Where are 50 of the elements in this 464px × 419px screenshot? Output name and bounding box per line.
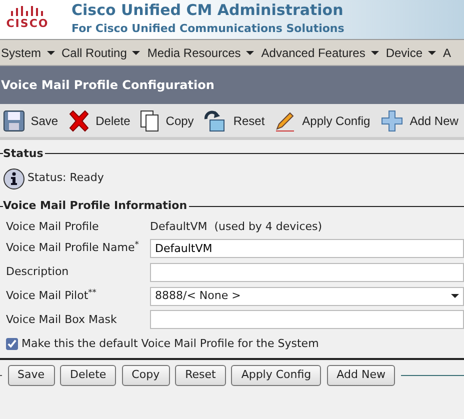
toolbar-button[interactable]: Save — [2, 110, 62, 132]
toolbar-button[interactable]: Add New — [380, 110, 462, 132]
menu-item[interactable]: A — [442, 44, 458, 62]
menu-item[interactable]: Call Routing — [60, 44, 146, 62]
toolbar-button[interactable]: Copy — [140, 110, 198, 132]
plus-icon — [380, 110, 404, 132]
caret-icon — [46, 50, 55, 54]
caret-icon — [370, 50, 379, 54]
caret-icon — [451, 294, 459, 298]
toolbar-button[interactable]: Delete — [68, 110, 134, 132]
menu-item[interactable]: Device — [384, 44, 442, 62]
logo-text: CISCO — [6, 16, 49, 32]
field-value: DefaultVM (used by 4 devices) — [150, 219, 322, 236]
toolbar-button[interactable]: Reset — [203, 110, 269, 132]
form-button[interactable]: Save — [8, 365, 55, 386]
app-subtitle: For Cisco Unified Communications Solutions — [72, 21, 344, 37]
form-button[interactable]: Copy — [122, 365, 170, 386]
delete-icon — [68, 110, 90, 132]
caret-icon — [428, 50, 436, 54]
form-button[interactable]: Apply Config — [231, 365, 322, 386]
status-text: Status: Ready — [28, 170, 104, 186]
input-field[interactable] — [150, 310, 464, 330]
field-label: Description — [5, 264, 70, 280]
caret-icon — [246, 50, 254, 54]
info-icon — [2, 168, 25, 190]
checkbox-label: Make this the default Voice Mail Profile for the System — [22, 336, 319, 352]
form-button[interactable]: Add New — [326, 365, 396, 386]
input-field[interactable]: DefaultVM — [150, 239, 464, 258]
app-title: Cisco Unified CM Administration — [72, 2, 344, 19]
menu-item[interactable]: Media Resources — [146, 44, 260, 62]
toolbar-button[interactable]: Apply Config — [274, 110, 374, 132]
section-legend: Status — [3, 146, 44, 162]
caret-icon — [132, 50, 140, 54]
reset-icon — [203, 110, 228, 132]
section-legend: Voice Mail Profile Information — [3, 198, 188, 214]
form-button[interactable]: Reset — [175, 365, 226, 386]
input-field[interactable] — [150, 262, 464, 282]
field-label: Voice Mail Profile Name$^{*}$ — [5, 240, 140, 256]
field-label: Voice Mail Box Mask — [5, 312, 118, 328]
pencil-icon — [274, 110, 296, 132]
checkbox[interactable] — [6, 338, 18, 350]
menu-item[interactable]: System — [0, 44, 61, 62]
page-title: Voice Mail Profile Configuration — [1, 77, 214, 94]
menu-item[interactable]: Advanced Features — [260, 44, 385, 62]
field-label: Voice Mail Pilot$^{**}$ — [5, 288, 98, 304]
dropdown-field[interactable]: 8888/< None > — [150, 286, 464, 306]
form-button[interactable]: Delete — [60, 365, 116, 386]
field-label: Voice Mail Profile — [5, 219, 100, 236]
copy-icon — [140, 110, 160, 132]
logo-bars-icon — [10, 6, 46, 16]
